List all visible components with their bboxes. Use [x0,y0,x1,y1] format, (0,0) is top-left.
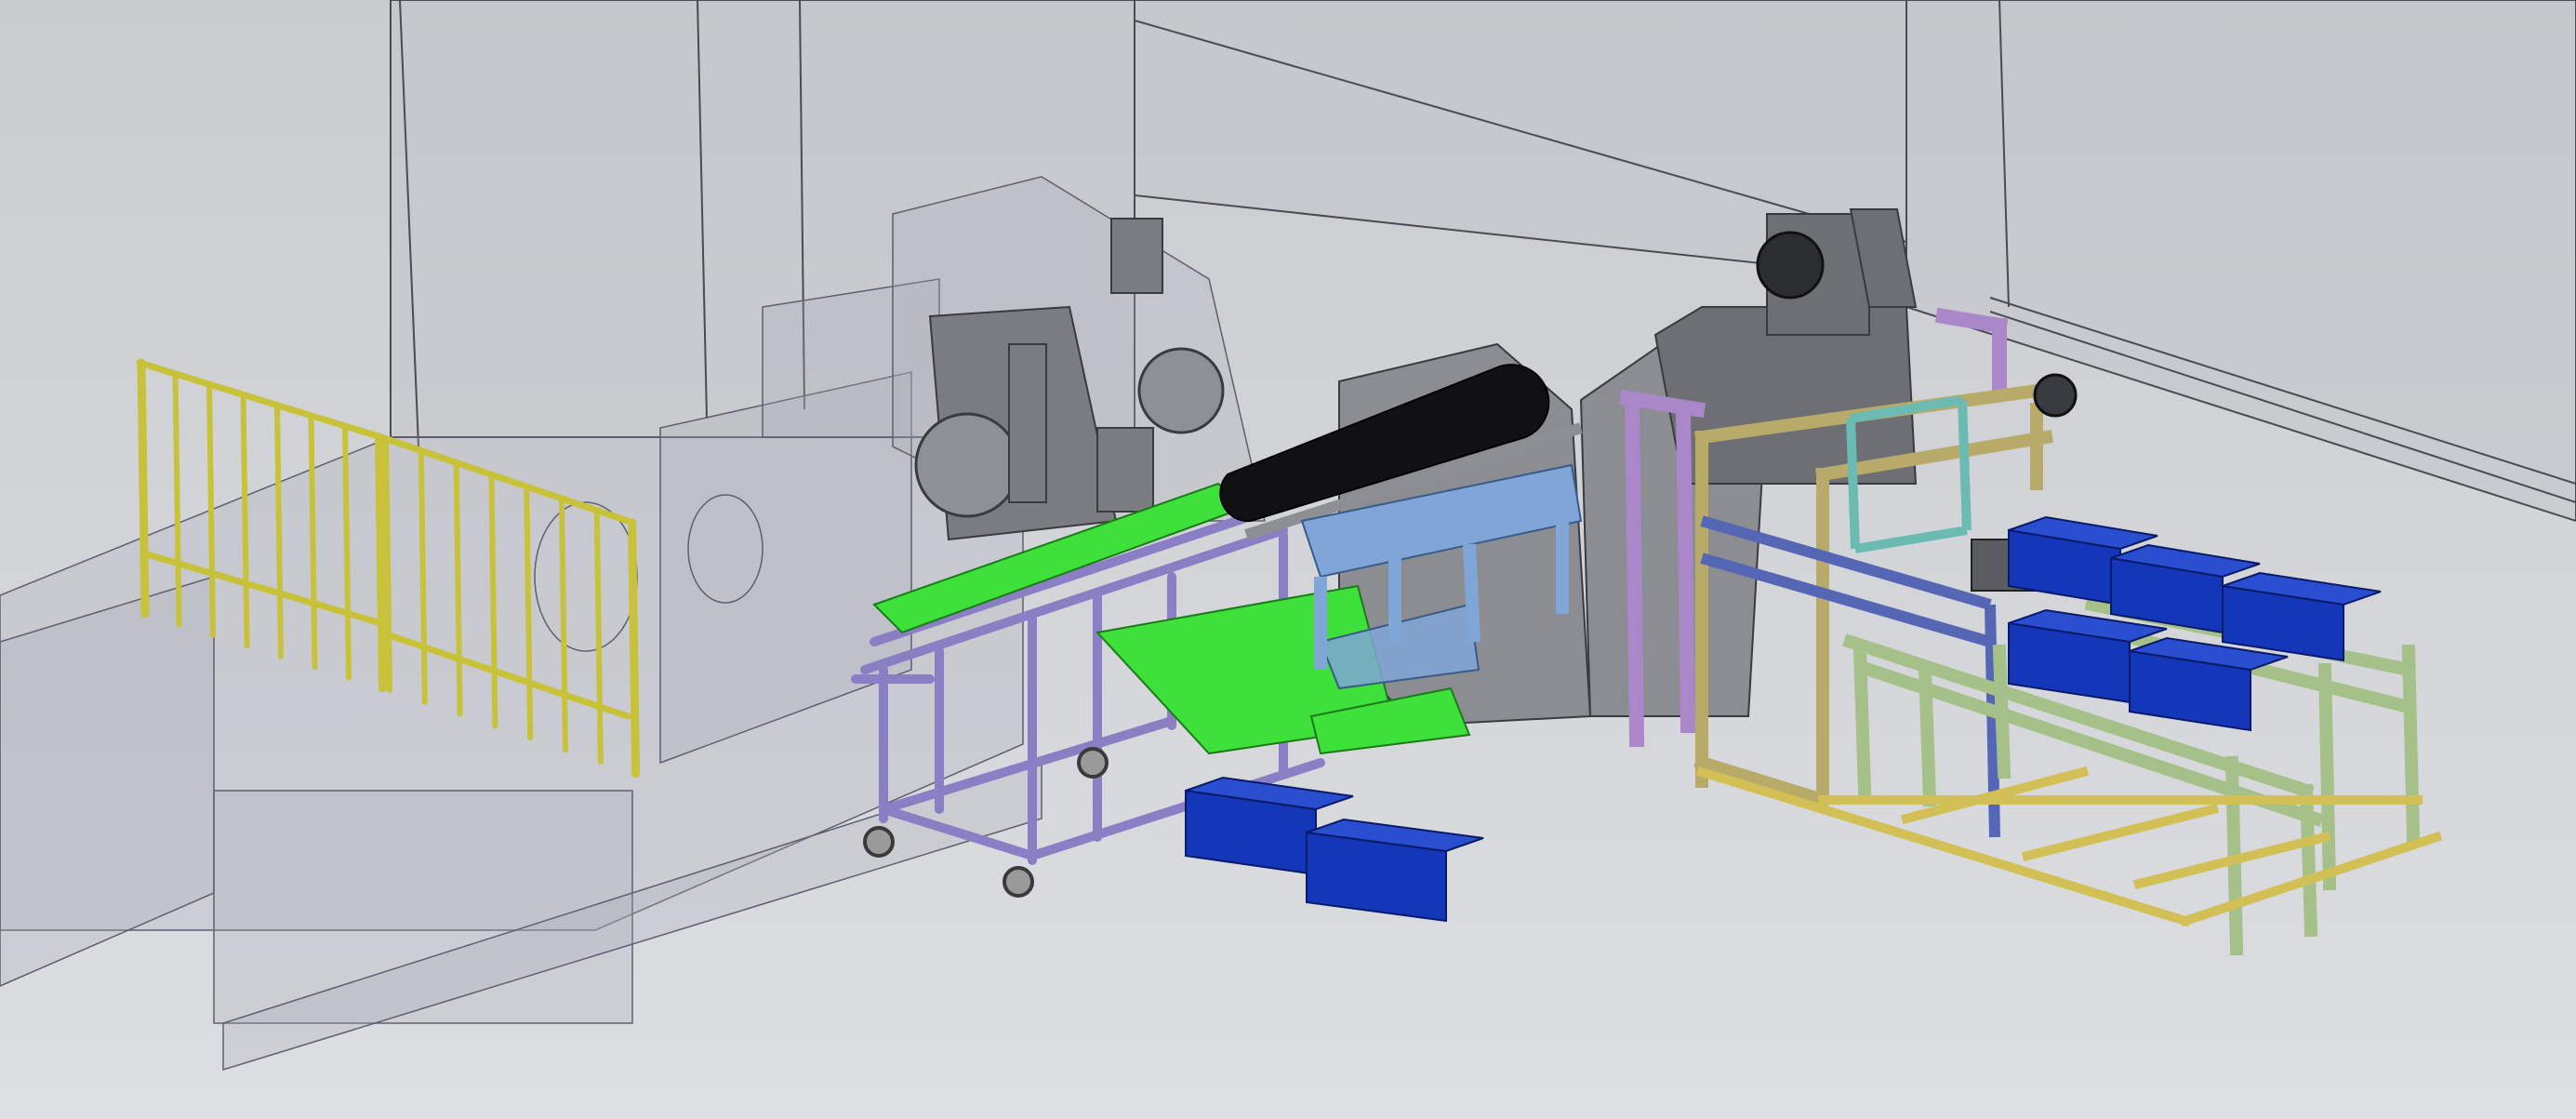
roller-rack-leg [1992,644,2012,779]
cart-caster-wheel [1003,866,1034,898]
lathe-spindle [914,412,1020,518]
cart-caster-wheel [1077,747,1109,779]
roller-rack-leg [2317,662,2337,891]
railing-post [274,402,284,659]
railing-post [172,370,182,628]
cad-viewport[interactable] [0,0,2576,1119]
drive-motor-icon [2033,373,2078,418]
railing-post [342,423,352,681]
railing-post [453,460,463,717]
roller-rack-leg [1918,662,1937,807]
lilac-pillar [1624,392,1645,748]
lathe-toolhead [1110,218,1163,294]
railing-post [383,436,392,693]
railing-post [628,518,641,779]
railing-post [240,392,250,649]
roller-rack-leg [2401,644,2421,845]
blue-frame-post [1463,543,1481,643]
lilac-pillar [1675,406,1696,734]
railing-post [524,484,534,741]
railing-post [206,380,216,638]
cart-caster-wheel [863,826,895,858]
motor-gear-icon [1756,231,1825,300]
roller-rack-leg [2299,783,2318,938]
railing-post [137,358,150,619]
railing-post [308,413,318,670]
railing-post [375,433,387,693]
roller-rack-leg [1852,644,1872,798]
railing-post [488,472,498,729]
lilac-crossbar [1934,307,2009,335]
lathe-tailstock [1096,427,1154,513]
lathe-column [1008,343,1047,503]
lathe-chuck [1137,347,1225,434]
teal-frame-beam [1958,399,1972,531]
railing-post [559,496,568,753]
railing-post [418,447,428,705]
cad-assembly-scene[interactable] [0,0,2576,1119]
teal-frame-beam [1846,418,1860,550]
railing-post [593,507,604,765]
